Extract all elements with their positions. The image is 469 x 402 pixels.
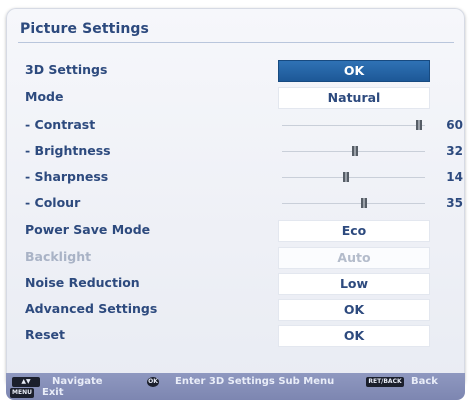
brightness-value: 32 xyxy=(446,144,463,158)
reset-ok-button[interactable]: OK xyxy=(278,325,430,347)
sharpness-slider-thumb[interactable] xyxy=(343,172,350,182)
row-label: - Contrast xyxy=(25,117,96,132)
help-bar: ▲▼ Navigate OK Enter 3D Settings Sub Men… xyxy=(6,373,465,400)
row-label: - Colour xyxy=(25,195,81,210)
row-colour[interactable]: - Colour 35 xyxy=(0,192,469,216)
contrast-value: 60 xyxy=(446,118,463,132)
contrast-slider-thumb[interactable] xyxy=(416,120,423,130)
backlight-value: Auto xyxy=(278,247,430,269)
row-label: Noise Reduction xyxy=(25,275,140,290)
noise-reduction-value[interactable]: Low xyxy=(278,273,430,295)
enter-hint: Enter 3D Settings Sub Menu xyxy=(175,376,335,387)
row-label: - Brightness xyxy=(25,143,111,158)
row-backlight: Backlight Auto xyxy=(0,246,469,270)
navigate-key-icon: ▲▼ xyxy=(12,377,40,387)
page-title: Picture Settings xyxy=(20,21,149,37)
mode-value[interactable]: Natural xyxy=(278,87,430,109)
sharpness-value: 14 xyxy=(446,170,463,184)
colour-slider-track[interactable] xyxy=(282,203,425,204)
row-reset[interactable]: Reset OK xyxy=(0,324,469,348)
row-label: Advanced Settings xyxy=(25,301,158,316)
row-sharpness[interactable]: - Sharpness 14 xyxy=(0,166,469,190)
row-label: 3D Settings xyxy=(25,62,108,77)
3d-settings-ok-button[interactable]: OK xyxy=(278,60,430,82)
row-brightness[interactable]: - Brightness 32 xyxy=(0,140,469,164)
advanced-settings-ok-button[interactable]: OK xyxy=(278,299,430,321)
contrast-slider-track[interactable] xyxy=(282,125,425,126)
row-label: Reset xyxy=(25,327,65,342)
brightness-slider-thumb[interactable] xyxy=(351,146,358,156)
row-label: - Sharpness xyxy=(25,169,109,184)
back-hint: Back xyxy=(411,376,438,387)
tv-menu-screen: Picture Settings 3D Settings OK Mode Nat… xyxy=(0,0,469,402)
row-3d-settings[interactable]: 3D Settings OK xyxy=(0,59,469,83)
row-contrast[interactable]: - Contrast 60 xyxy=(0,114,469,138)
row-power-save-mode[interactable]: Power Save Mode Eco xyxy=(0,219,469,243)
power-save-value[interactable]: Eco xyxy=(278,220,430,242)
ok-key-icon: OK xyxy=(147,377,159,387)
back-key-icon: RET/BACK xyxy=(366,377,404,387)
exit-hint: Exit xyxy=(42,387,64,398)
colour-slider-thumb[interactable] xyxy=(360,198,367,208)
row-noise-reduction[interactable]: Noise Reduction Low xyxy=(0,272,469,296)
navigate-hint: Navigate xyxy=(52,376,103,387)
title-divider xyxy=(18,42,454,43)
row-advanced-settings[interactable]: Advanced Settings OK xyxy=(0,298,469,322)
row-label: Power Save Mode xyxy=(25,222,151,237)
sharpness-slider-track[interactable] xyxy=(282,177,425,178)
row-label: Backlight xyxy=(25,249,92,264)
row-label: Mode xyxy=(25,89,64,104)
row-mode[interactable]: Mode Natural xyxy=(0,86,469,110)
menu-key-icon: MENU xyxy=(10,388,34,398)
colour-value: 35 xyxy=(446,196,463,210)
